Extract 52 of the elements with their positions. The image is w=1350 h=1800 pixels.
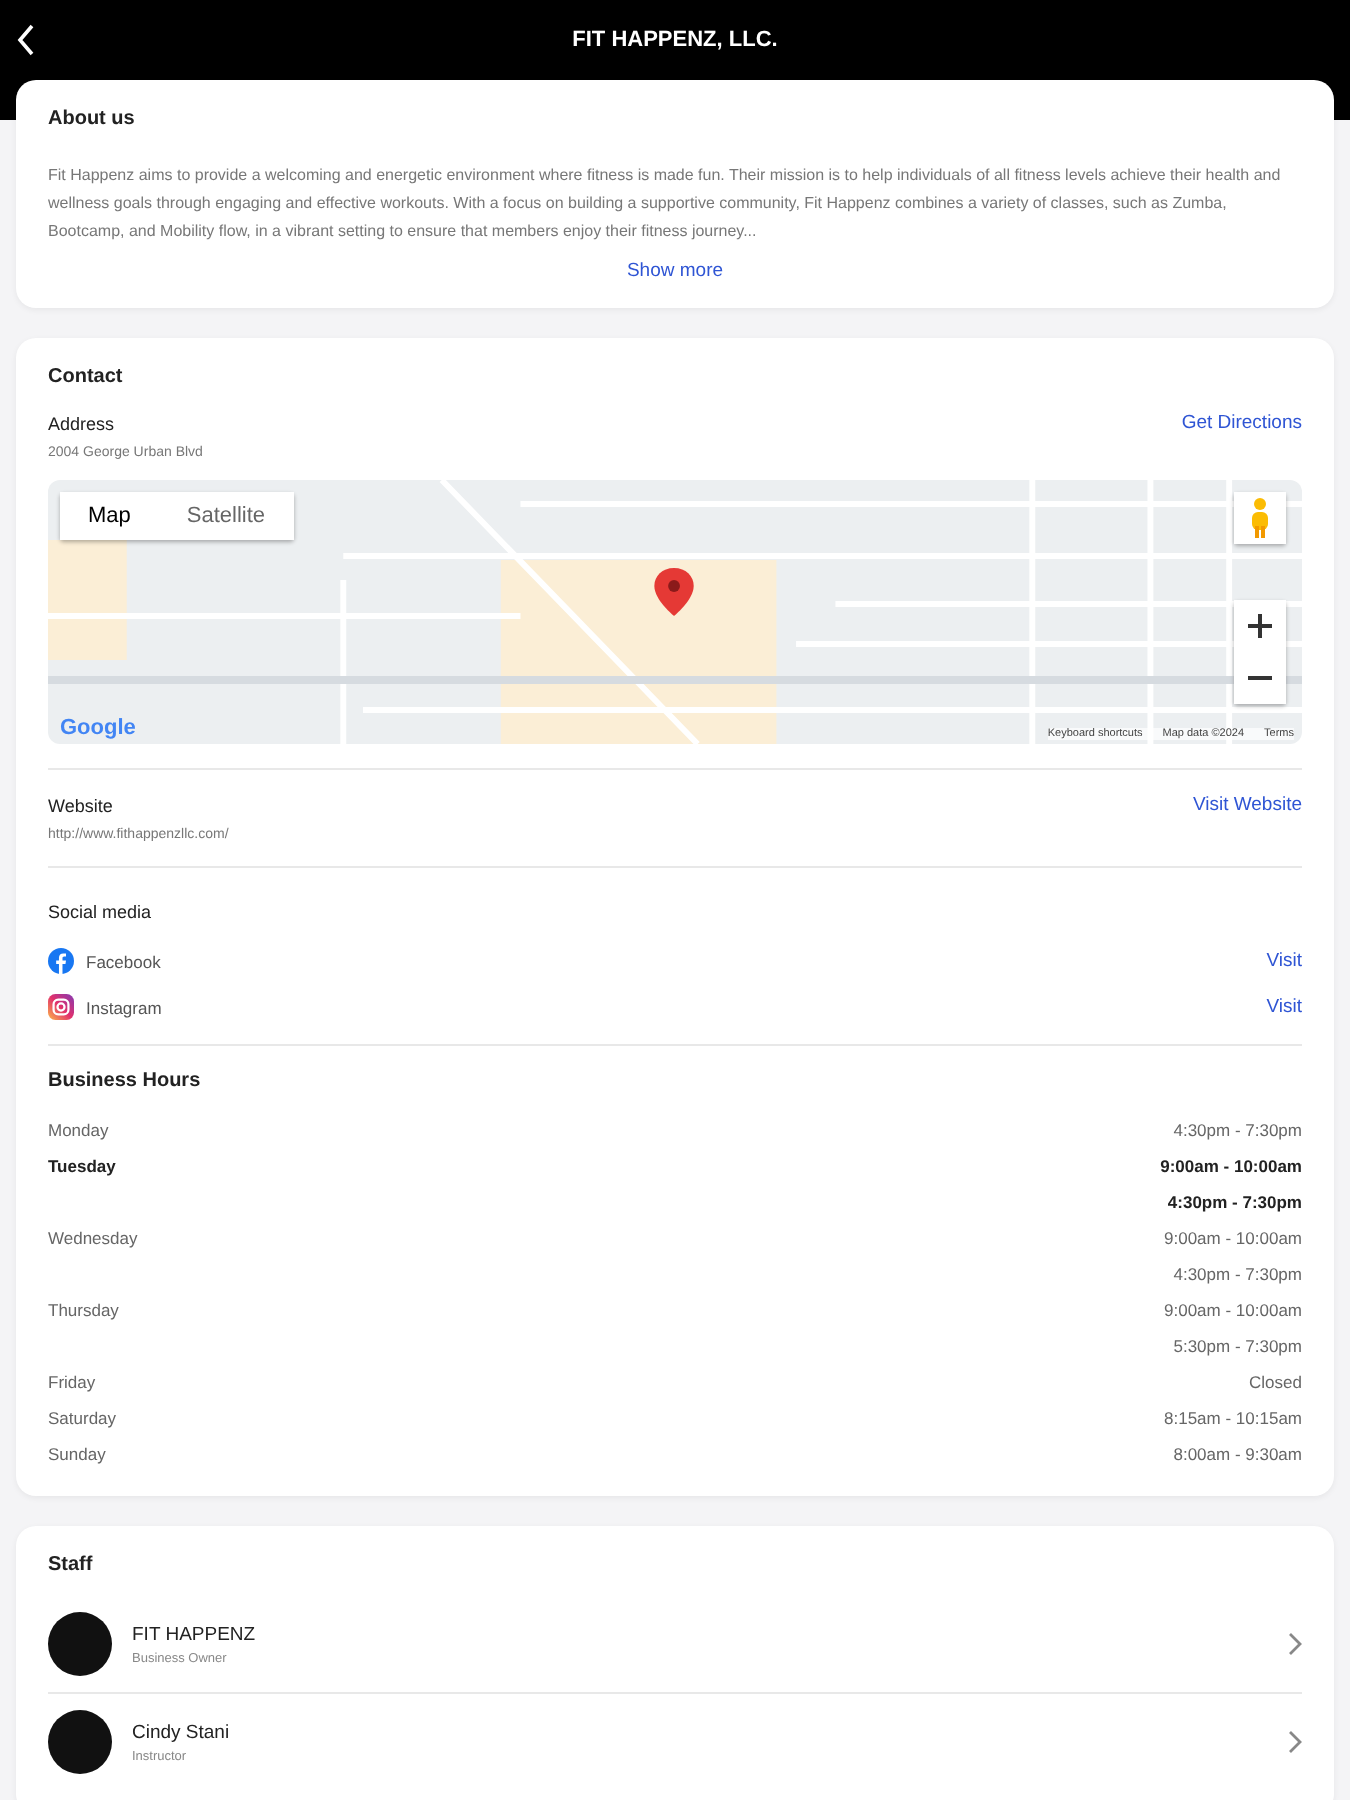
- day-label: Sunday: [48, 1442, 106, 1468]
- section-heading: Contact: [48, 366, 125, 388]
- day-label: Friday: [48, 1370, 96, 1396]
- visit-link[interactable]: Visit: [1266, 996, 1302, 1018]
- hours-text: 9:00am - 10:00am: [1164, 1226, 1302, 1252]
- plus-icon: [1248, 614, 1272, 638]
- hours-text: 5:30pm - 7:30pm: [1173, 1334, 1302, 1360]
- day-label: Monday: [48, 1118, 109, 1144]
- hours-heading: Business Hours: [48, 1070, 203, 1092]
- staff-name: Cindy Stani: [132, 1721, 232, 1743]
- avatar: [48, 1612, 112, 1676]
- address-label: Address: [48, 413, 115, 433]
- chevron-icon: [1288, 1632, 1302, 1656]
- visit-link[interactable]: Visit: [1266, 950, 1302, 972]
- day-label: Thursday: [48, 1298, 119, 1324]
- pegman-icon: [1250, 496, 1270, 540]
- day-label: Wednesday: [48, 1226, 138, 1252]
- show-more-link[interactable]: Show more: [614, 258, 736, 284]
- hours-text: 8:00am - 9:30am: [1173, 1442, 1302, 1468]
- visit-website-link[interactable]: Visit Website: [1192, 794, 1302, 816]
- social-name: Instagram: [86, 997, 164, 1017]
- about-text: Fit Happenz aims to provide a welcoming and energetic environment where fitness is made fun. Their mission is to help individuals of all fitness levels achieve their health and wellness goals through engaging and effective workouts. With a focus on building a supportive community, Fit Happenz combines a variety of classes, such as Zumba, Bootcamp, and Mobility flow, in a vibrant setting to ensure that members enjoy their fitness journey...: [48, 164, 1283, 244]
- facebook-icon: [48, 948, 74, 974]
- day-label: Saturday: [48, 1406, 117, 1432]
- hours-text: 9:00am - 10:00am: [1164, 1298, 1302, 1324]
- social-name: Facebook: [86, 951, 163, 971]
- instagram-icon: [48, 994, 74, 1020]
- map-pin-icon: [654, 568, 694, 616]
- map-type-tab[interactable]: Map: [60, 492, 159, 540]
- staff-name: FIT HAPPENZ: [132, 1623, 258, 1645]
- get-directions-link[interactable]: Get Directions: [1181, 412, 1302, 434]
- hours-text: 8:15am - 10:15am: [1164, 1406, 1302, 1432]
- section-heading: Staff: [48, 1554, 95, 1576]
- social-media-label: Social media: [48, 902, 152, 922]
- hours-text: 4:30pm - 7:30pm: [1173, 1118, 1302, 1144]
- chevron-icon: [1288, 1730, 1302, 1754]
- zoom-out-button[interactable]: [1234, 652, 1286, 704]
- hours-text: 4:30pm - 7:30pm: [1173, 1262, 1302, 1288]
- page-title: FIT HAPPENZ, LLC.: [572, 28, 778, 52]
- back-icon: [16, 24, 36, 56]
- back-button[interactable]: [16, 24, 36, 56]
- hours-text: 9:00am - 10:00am: [1160, 1154, 1302, 1180]
- zoom-in-button[interactable]: [1234, 600, 1286, 652]
- day-label: Tuesday: [48, 1154, 116, 1180]
- avatar: [48, 1710, 112, 1774]
- map-logo: Google: [60, 716, 136, 740]
- website-label: Website: [48, 795, 113, 815]
- map-type-tab[interactable]: Satellite: [158, 492, 294, 540]
- minus-icon: [1248, 676, 1272, 680]
- section-heading: About us: [48, 108, 137, 130]
- hours-text: 4:30pm - 7:30pm: [1167, 1190, 1302, 1216]
- hours-text: Closed: [1249, 1370, 1302, 1396]
